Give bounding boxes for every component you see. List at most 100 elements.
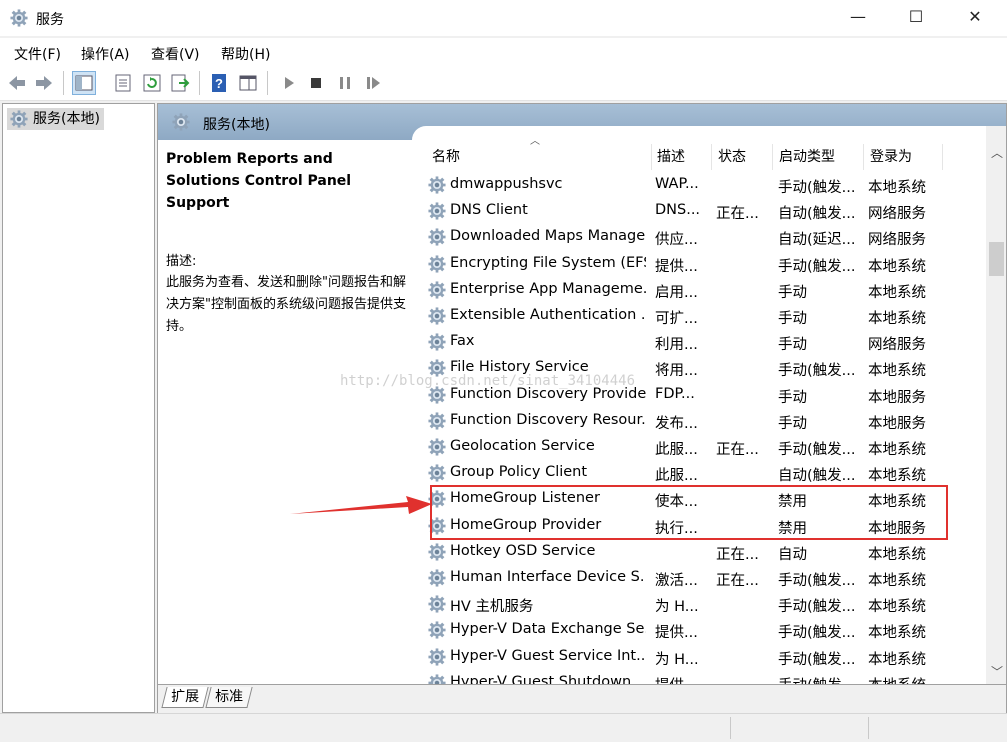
- tab-extended[interactable]: 扩展: [161, 687, 209, 708]
- toolbar-separator: [199, 71, 200, 95]
- service-startup-type: 手动: [778, 311, 807, 327]
- toolbar-separator: [63, 71, 64, 95]
- service-name: Encrypting File System (EFS): [450, 254, 646, 271]
- service-log-on-as: 本地系统: [868, 546, 926, 563]
- table-row[interactable]: Downloaded Maps Manager 供应... 自动(延迟... 网络服务: [412, 224, 984, 250]
- column-divider[interactable]: [863, 144, 864, 170]
- service-startup-type: 自动(触发...: [778, 206, 856, 223]
- forward-icon[interactable]: [33, 72, 55, 94]
- details-header-label: 服务(本地): [203, 117, 270, 133]
- service-gear-icon: [428, 543, 446, 561]
- service-log-on-as: 本地系统: [868, 258, 926, 275]
- sort-ascending-icon: ︿: [530, 136, 540, 147]
- menu-action[interactable]: 操作(A): [81, 44, 130, 64]
- title-bar: 服务 — ☐ ✕: [0, 0, 1007, 36]
- service-status: 正在...: [716, 206, 759, 223]
- service-description: 供应...: [655, 232, 698, 249]
- service-name: Group Policy Client: [450, 464, 588, 481]
- column-divider[interactable]: [942, 144, 943, 170]
- back-icon[interactable]: [6, 72, 28, 94]
- service-name: Geolocation Service: [450, 438, 595, 454]
- service-startup-type: 手动: [778, 389, 807, 406]
- pause-service-icon[interactable]: [334, 72, 356, 94]
- table-row[interactable]: DNS Client DNS... 正在... 自动(触发... 网络服务: [412, 198, 984, 224]
- service-description: 激活...: [655, 573, 698, 589]
- column-header-name[interactable]: 名称: [432, 146, 460, 166]
- service-gear-icon: [428, 281, 446, 299]
- service-description: 可扩...: [655, 311, 698, 327]
- gear-icon: [10, 110, 28, 128]
- service-name: Function Discovery Resour...: [450, 411, 646, 428]
- minimize-button[interactable]: —: [835, 0, 881, 34]
- column-header-status[interactable]: 状态: [718, 146, 746, 166]
- service-status: 正在...: [716, 546, 759, 563]
- column-header-startup-type[interactable]: 启动类型: [779, 146, 835, 166]
- service-status: 正在...: [716, 442, 759, 458]
- service-startup-type: 手动(触发...: [778, 442, 856, 458]
- toolbar-separator: [267, 71, 268, 95]
- service-startup-type: 手动: [778, 284, 807, 301]
- table-row[interactable]: Geolocation Service 此服... 正在... 手动(触发... 本地系…: [412, 434, 984, 460]
- column-header-description[interactable]: 描述: [657, 146, 685, 166]
- stop-service-icon[interactable]: [305, 72, 327, 94]
- service-description: WAP...: [655, 176, 699, 192]
- services-list[interactable]: ︿ 名称 描述 状态 启动类型 登录为 dmwappushsvc WAP... 手动…: [412, 126, 1006, 686]
- column-divider[interactable]: [711, 144, 712, 170]
- restart-service-icon[interactable]: [362, 72, 384, 94]
- service-log-on-as: 本地服务: [868, 415, 926, 432]
- export-list-icon[interactable]: [169, 72, 191, 94]
- close-button[interactable]: ✕: [952, 0, 998, 34]
- table-row[interactable]: dmwappushsvc WAP... 手动(触发... 本地系统: [412, 172, 984, 198]
- menu-file[interactable]: 文件(F): [14, 44, 61, 64]
- service-description: 此服...: [655, 442, 698, 458]
- vertical-scrollbar[interactable]: ︿ ﹀: [986, 126, 1006, 686]
- table-row[interactable]: Human Interface Device S... 激活... 正在... 手动(…: [412, 565, 984, 591]
- column-header-log-on-as[interactable]: 登录为: [870, 146, 912, 166]
- service-description: 此服...: [655, 468, 698, 485]
- table-row[interactable]: HV 主机服务 为 H... 手动(触发... 本地系统: [412, 591, 984, 617]
- status-separator: [868, 717, 869, 739]
- table-row[interactable]: Hyper-V Data Exchange Se... 提供... 手动(触发...…: [412, 617, 984, 643]
- scrollbar-thumb[interactable]: [989, 242, 1004, 276]
- tree-item-label: 服务(本地): [33, 111, 100, 127]
- table-row[interactable]: Extensible Authentication ... 可扩... 手动 本地系统: [412, 303, 984, 329]
- red-arrow-annotation: [290, 496, 432, 514]
- properties-icon[interactable]: [112, 72, 134, 94]
- service-name: Hyper-V Data Exchange Se...: [450, 621, 646, 638]
- menu-help[interactable]: 帮助(H): [221, 44, 270, 64]
- tab-standard[interactable]: 标准: [205, 687, 253, 708]
- table-row[interactable]: Fax 利用... 手动 网络服务: [412, 329, 984, 355]
- table-row[interactable]: Hyper-V Guest Service Int... 为 H... 手动(触发.…: [412, 644, 984, 670]
- service-gear-icon: [428, 333, 446, 351]
- service-startup-type: 手动(触发...: [778, 363, 856, 380]
- table-row[interactable]: Function Discovery Resour... 发布... 手动 本地服务: [412, 408, 984, 434]
- maximize-button[interactable]: ☐: [893, 0, 939, 34]
- table-row[interactable]: Enterprise App Manageme... 启用... 手动 本地系统: [412, 277, 984, 303]
- service-startup-type: 自动(延迟...: [778, 232, 856, 249]
- scroll-down-icon[interactable]: ﹀: [991, 663, 1003, 680]
- column-divider[interactable]: [772, 144, 773, 170]
- service-startup-type: 手动: [778, 337, 807, 354]
- window-title: 服务: [36, 12, 64, 28]
- service-gear-icon: [428, 202, 446, 220]
- show-hide-action-pane-icon[interactable]: [237, 72, 259, 94]
- tree-item-services-local[interactable]: 服务(本地): [7, 108, 104, 130]
- service-description: DNS...: [655, 202, 701, 219]
- table-row[interactable]: Hotkey OSD Service 正在... 自动 本地系统: [412, 539, 984, 565]
- service-log-on-as: 网络服务: [868, 232, 926, 249]
- refresh-icon[interactable]: [141, 72, 163, 94]
- scroll-up-icon[interactable]: ︿: [991, 144, 1003, 161]
- column-divider[interactable]: [651, 144, 652, 170]
- show-hide-console-tree-icon[interactable]: [72, 71, 96, 95]
- start-service-icon[interactable]: [278, 72, 300, 94]
- service-name: Extensible Authentication ...: [450, 307, 646, 323]
- table-row[interactable]: Group Policy Client 此服... 自动(触发... 本地系统: [412, 460, 984, 486]
- service-log-on-as: 本地系统: [868, 180, 926, 196]
- service-gear-icon: [428, 228, 446, 246]
- menu-view[interactable]: 查看(V): [151, 44, 200, 64]
- service-startup-type: 自动(触发...: [778, 468, 856, 485]
- help-icon[interactable]: ?: [208, 72, 230, 94]
- details-pane: 服务(本地) Problem Reports and Solutions Con…: [157, 103, 1007, 713]
- table-row[interactable]: Encrypting File System (EFS) 提供... 手动(触发..…: [412, 251, 984, 277]
- service-gear-icon: [428, 307, 446, 325]
